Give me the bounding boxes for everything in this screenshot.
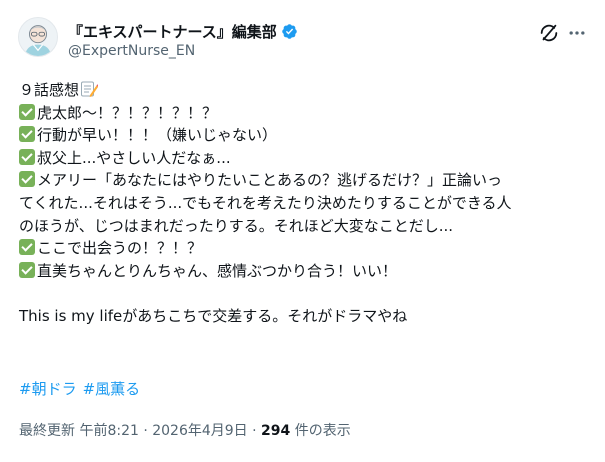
check-mark-icon (19, 148, 35, 165)
post-line-text: ここで出会うの！？！？ (37, 239, 203, 258)
post-body-text: ９話感想虎太郎〜！？！？！？！？ 行動が早い！！！（嫌いじゃない） 叔父上...やさ… (19, 79, 589, 328)
post-line-text: てくれた...それはそう...でもそれを考えたり決めたりすることができる人 (19, 193, 512, 212)
post-line: ここで出会うの！？！？ (19, 237, 589, 260)
author-display-name[interactable]: 『エキスパートナース』編集部 (68, 21, 277, 42)
post-line: 直美ちゃんとりんちゃん、感情ぶつかり合う！いい！ (19, 260, 589, 283)
hashtags: #朝ドラ #風薫る (19, 378, 146, 399)
view-count-label: 件の表示 (290, 423, 351, 439)
post-line: メアリー「あなたにはやりたいことあるの？逃げるだけ？」正論いっ (19, 169, 589, 192)
check-mark-icon (19, 126, 35, 143)
memo-icon (81, 81, 99, 97)
view-count: 294 (261, 423, 291, 439)
more-icon (569, 31, 585, 35)
avatar[interactable] (18, 17, 58, 57)
post-line-text: 叔父上...やさしい人だなぁ... (37, 148, 231, 167)
more-options-button[interactable] (566, 22, 588, 44)
post-line: This is my lifeがあちこちで交差する。それがドラマやね (19, 305, 589, 328)
post-line-text: 行動が早い！！！（嫌いじゃない） (37, 126, 278, 145)
post-meta: 最終更新 午前8:21 · 2026年4月9日 · 294 件の表示 (19, 420, 351, 440)
post-line-text: This is my lifeがあちこちで交差する。それがドラマやね (19, 306, 408, 325)
post-line: ９話感想 (19, 79, 589, 102)
post-line: 行動が早い！！！（嫌いじゃない） (19, 124, 589, 147)
grok-icon (540, 24, 558, 42)
check-mark-icon (19, 261, 35, 278)
post-line-text: のほうが、じつはまれだったりする。それほど大変なことだし... (19, 216, 454, 235)
post-line: てくれた...それはそう...でもそれを考えたり決めたりすることができる人 (19, 192, 589, 215)
author-name-row: 『エキスパートナース』編集部 (68, 21, 298, 42)
post-line-text: 直美ちゃんとりんちゃん、感情ぶつかり合う！いい！ (37, 261, 398, 280)
post-line: 叔父上...やさしい人だなぁ... (19, 147, 589, 170)
avatar-illustration (24, 25, 52, 56)
check-mark-icon (19, 103, 35, 120)
post-line-text: メアリー「あなたにはやりたいことあるの？逃げるだけ？」正論いっ (37, 171, 503, 190)
post-line: 虎太郎〜！？！？！？！？ (19, 102, 589, 125)
post-card: 『エキスパートナース』編集部 @ExpertNurse_EN ９話感想虎太郎〜！… (0, 0, 605, 462)
post-line-text: 虎太郎〜！？！？！？！？ (37, 103, 218, 122)
check-mark-icon (19, 171, 35, 188)
post-line: のほうが、じつはまれだったりする。それほど大変なことだし... (19, 215, 589, 238)
post-line-text: ９話感想 (19, 81, 80, 99)
post-timestamp[interactable]: 最終更新 午前8:21 · 2026年4月9日 · (19, 423, 261, 439)
verified-badge-icon (282, 24, 297, 39)
check-mark-icon (19, 239, 35, 256)
hashtag-link[interactable]: #風薫る (83, 380, 141, 398)
author-handle[interactable]: @ExpertNurse_EN (68, 43, 195, 59)
grok-button[interactable] (538, 22, 560, 44)
hashtag-link[interactable]: #朝ドラ (19, 380, 77, 398)
